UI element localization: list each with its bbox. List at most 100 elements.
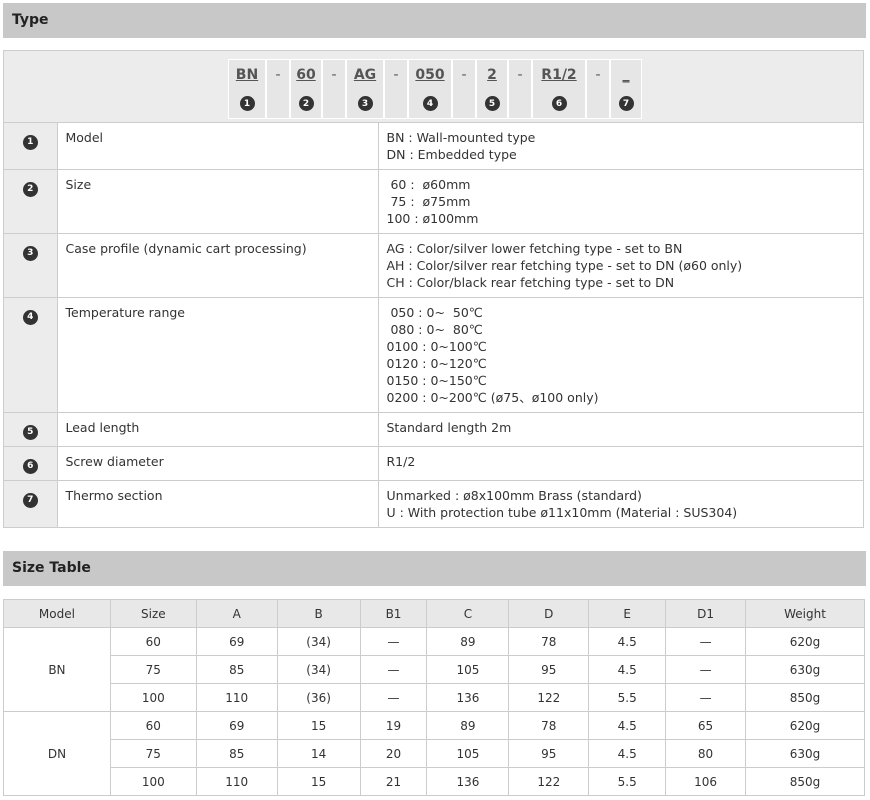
table-cell: 106 bbox=[665, 767, 747, 796]
table-cell: 620g bbox=[745, 711, 865, 740]
table-cell: 4.5 bbox=[588, 627, 667, 656]
value-line: 0150 : 0~150℃ bbox=[386, 373, 487, 388]
table-cell: 80 bbox=[665, 739, 747, 768]
row-values: 60 : ø60mm 75 : ø75mm 100 : ø100mm bbox=[378, 169, 863, 234]
table-cell: 4.5 bbox=[588, 711, 667, 740]
type-row: 2 Size 60 : ø60mm 75 : ø75mm 100 : ø100mm bbox=[4, 169, 863, 234]
number-badge-icon: 6 bbox=[22, 459, 38, 474]
table-cell: 850g bbox=[745, 767, 865, 796]
code-separator: - bbox=[322, 59, 346, 119]
value-line: DN : Embedded type bbox=[386, 147, 517, 162]
row-values: Unmarked : ø8x100mm Brass (standard) U : … bbox=[378, 480, 863, 527]
value-line: 080 : 0~ 80℃ bbox=[386, 322, 483, 337]
table-row: 75 85 (34) —105 95 4.5—630g bbox=[4, 655, 865, 684]
column-header: Size bbox=[109, 599, 197, 628]
table-cell: 21 bbox=[359, 767, 428, 796]
model-cell: DN bbox=[3, 711, 111, 796]
table-row: 100 110 15 21 136 122 5.5 106 850g bbox=[4, 767, 865, 796]
column-header: E bbox=[588, 599, 667, 628]
row-label: Lead length bbox=[57, 412, 379, 447]
row-number-cell: 4 bbox=[4, 297, 58, 413]
table-cell: 78 bbox=[508, 627, 590, 656]
code-segment: 25 bbox=[476, 59, 508, 119]
row-number-cell: 3 bbox=[4, 233, 58, 298]
row-number-cell: 6 bbox=[4, 446, 58, 481]
table-cell: 850g bbox=[745, 683, 865, 712]
value-line: BN : Wall-mounted type bbox=[386, 130, 536, 145]
table-cell: 105 bbox=[426, 655, 510, 684]
code-segment: _ 7 bbox=[610, 59, 642, 119]
table-cell: 136 bbox=[426, 767, 510, 796]
table-cell: 95 bbox=[508, 739, 590, 768]
code-separator: - bbox=[586, 59, 610, 119]
code-text: _ bbox=[622, 66, 630, 83]
row-values: Standard length 2m bbox=[378, 412, 863, 447]
table-cell: 15 bbox=[276, 711, 361, 740]
row-label: Case profile (dynamic cart processing) bbox=[57, 233, 379, 298]
value-line: AG : Color/silver lower fetching type - … bbox=[386, 241, 683, 256]
number-badge-icon: 3 bbox=[22, 246, 38, 261]
number-badge-icon: 2 bbox=[22, 182, 38, 197]
number-badge-icon: 5 bbox=[484, 96, 500, 111]
table-cell: 69 bbox=[195, 711, 278, 740]
code-separator: - bbox=[452, 59, 476, 119]
code-segment: 60 2 bbox=[290, 59, 322, 119]
type-section-title: Type bbox=[3, 3, 866, 38]
table-cell: 620g bbox=[745, 627, 865, 656]
table-cell: 4.5 bbox=[588, 739, 667, 768]
code-text: R1/2 bbox=[541, 66, 577, 83]
row-values: BN : Wall-mounted type DN : Embedded type bbox=[378, 123, 863, 170]
column-header: D1 bbox=[665, 599, 747, 628]
code-segment: BN 1 bbox=[228, 59, 266, 119]
table-cell: 5.5 bbox=[588, 683, 667, 712]
number-badge-icon: 4 bbox=[422, 96, 438, 111]
table-cell: 122 bbox=[508, 767, 590, 796]
code-text: - bbox=[393, 66, 399, 83]
type-row: 4 Temperature range 050 : 0~ 50℃ 080 : 0~… bbox=[4, 297, 863, 413]
table-cell: 89 bbox=[426, 711, 510, 740]
value-line: R1/2 bbox=[386, 454, 416, 469]
row-number-cell: 1 bbox=[4, 123, 58, 170]
table-cell: 4.5 bbox=[588, 655, 667, 684]
code-separator: - bbox=[508, 59, 532, 119]
column-header: Weight bbox=[745, 599, 865, 628]
value-line: 0100 : 0~100℃ bbox=[386, 339, 487, 354]
table-cell: 136 bbox=[426, 683, 510, 712]
value-line: Standard length 2m bbox=[386, 420, 512, 435]
row-values: R1/2 bbox=[378, 446, 863, 481]
value-line: 60 : ø60mm bbox=[386, 177, 471, 192]
table-cell: 60 bbox=[109, 627, 197, 656]
table-cell: — bbox=[665, 683, 747, 712]
code-separator: - bbox=[266, 59, 290, 119]
code-text: - bbox=[461, 66, 467, 83]
table-cell: 85 bbox=[195, 655, 278, 684]
table-cell: 5.5 bbox=[588, 767, 667, 796]
table-row: 100 110 (36) —136 122 5.5—850g bbox=[4, 683, 865, 712]
table-cell: 75 bbox=[109, 655, 197, 684]
type-row: 5 Lead length Standard length 2m bbox=[4, 412, 863, 447]
value-line: U : With protection tube ø11x10mm (Mater… bbox=[386, 505, 738, 520]
code-text: 050 bbox=[415, 66, 445, 83]
value-line: Unmarked : ø8x100mm Brass (standard) bbox=[386, 488, 642, 503]
size-section-title: Size Table bbox=[3, 551, 866, 586]
table-cell: 122 bbox=[508, 683, 590, 712]
table-cell: 75 bbox=[109, 739, 197, 768]
number-badge-icon: 1 bbox=[239, 96, 255, 111]
value-line: 0200 : 0~200℃ (ø75、ø100 only) bbox=[386, 390, 599, 405]
table-cell: 15 bbox=[276, 767, 361, 796]
number-badge-icon: 1 bbox=[22, 135, 38, 150]
row-label: Thermo section bbox=[57, 480, 379, 527]
table-cell: 85 bbox=[195, 739, 278, 768]
table-cell: (36) bbox=[276, 683, 361, 712]
table-cell: 105 bbox=[426, 739, 510, 768]
number-badge-icon: 7 bbox=[22, 493, 38, 508]
number-badge-icon: 4 bbox=[22, 310, 38, 325]
table-cell: 95 bbox=[508, 655, 590, 684]
code-segment: R1/2 6 bbox=[532, 59, 586, 119]
table-cell: 630g bbox=[745, 739, 865, 768]
column-header: C bbox=[426, 599, 510, 628]
row-label: Model bbox=[57, 123, 379, 170]
code-text: - bbox=[331, 66, 337, 83]
table-cell: (34) bbox=[276, 655, 361, 684]
code-text: 2 bbox=[487, 66, 497, 83]
